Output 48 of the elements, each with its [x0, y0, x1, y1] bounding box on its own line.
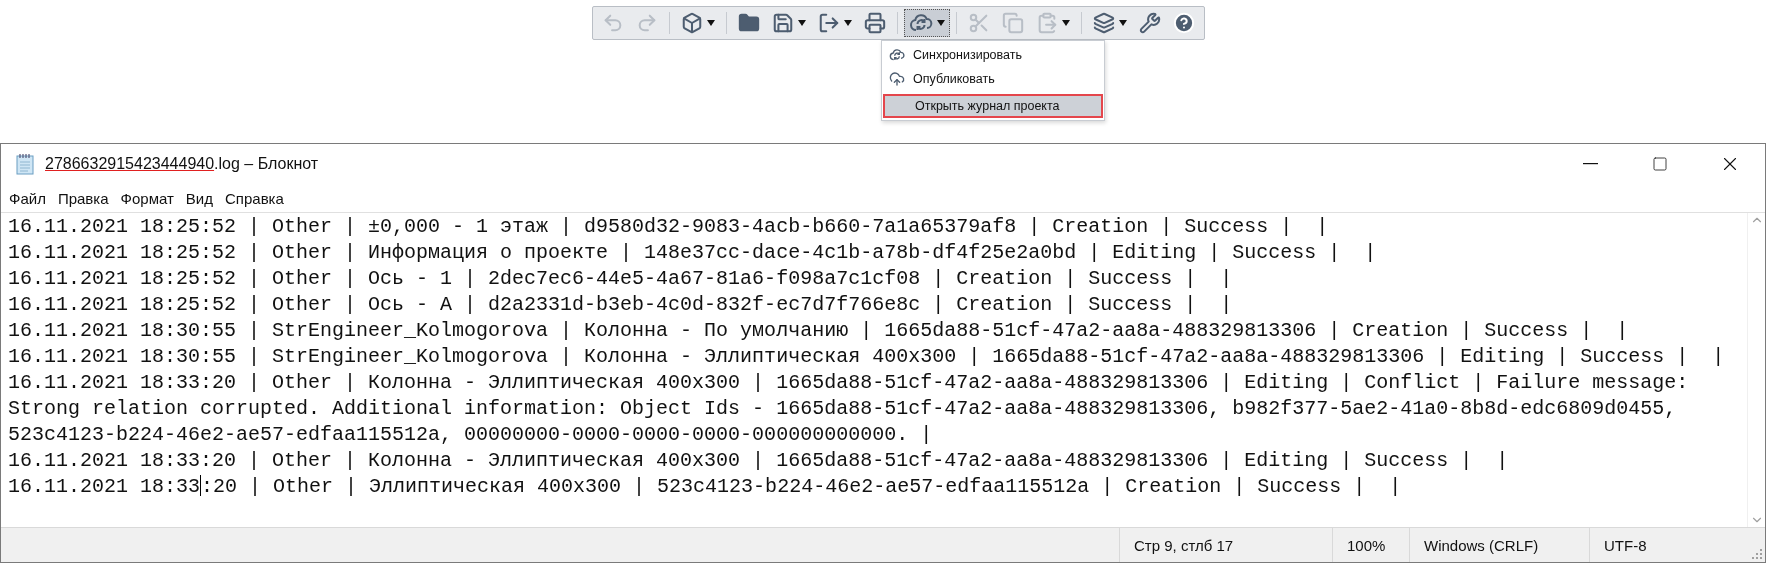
menu-item[interactable]: Опубликовать	[883, 67, 1103, 91]
undo-icon	[602, 12, 624, 34]
menu-item[interactable]: Синхронизировать	[883, 43, 1103, 67]
log-line: 16.11.2021 18:25:52 | Other | Информация о проекте | 148e37cc-dace-4c1b-a78b-df4f25e2a0bd | Editing | Success | |	[8, 240, 1378, 266]
caret-icon	[798, 20, 806, 26]
log-line: 16.11.2021 18:25:52 | Other | ±0,000 - 1 этаж | d9580d32-9083-4acb-b660-7a1a65379af8 | Creation | Success | |	[8, 214, 1330, 240]
maximize-icon	[1652, 156, 1668, 172]
log-line: 16.11.2021 18:30:55 | StrEngineer_Kolmogorova | Колонна - По умолчанию | 1665da88-51cf-47a2-aa8a-488329813306 | Creation | Success | |	[8, 318, 1630, 344]
caret-icon	[1119, 20, 1127, 26]
folder-icon	[738, 12, 760, 34]
redo-icon	[636, 12, 658, 34]
print-icon	[864, 12, 886, 34]
menu-bar-item[interactable]: Файл	[3, 189, 52, 207]
log-line: 16.11.2021 18:30:55 | StrEngineer_Kolmogorova | Колонна - Эллиптическая 400x300 | 1665da88-51cf-47a2-aa8a-488329813306 | Editing | Success | |	[8, 344, 1726, 370]
zoom-level: 100%	[1347, 536, 1386, 554]
line-endings: Windows (CRLF)	[1424, 536, 1539, 554]
wrench-icon	[1139, 12, 1161, 34]
log-line: 16.11.2021 18:33:20 | Other | Колонна - Эллиптическая 400x300 | 1665da88-51cf-47a2-aa8a-488329813306 | Editing | Conflict | Failure message:	[8, 370, 1690, 396]
resize-grip-icon	[1751, 548, 1763, 560]
log-line: 16.11.2021 18:33:20 | Other | Колонна - Эллиптическая 400x300 | 1665da88-51cf-47a2-aa8a-488329813306 | Editing | Success | |	[8, 448, 1510, 474]
export-icon	[818, 12, 840, 34]
caret-icon	[844, 20, 852, 26]
cloud-upload-icon	[889, 71, 905, 87]
caret-icon	[707, 20, 715, 26]
encoding: UTF-8	[1604, 536, 1647, 554]
caret-icon	[1062, 20, 1070, 26]
menu-bar-item[interactable]: Справка	[219, 189, 290, 207]
log-line: 16.11.2021 18:33:20 | Other | Эллиптическая 400x300 | 523c4123-b224-46e2-ae57-edfaa115512a | Creation | Success | |	[8, 474, 1403, 500]
menu-bar-item[interactable]: Формат	[114, 189, 180, 207]
minimize-icon	[1582, 163, 1598, 165]
log-line: 16.11.2021 18:25:52 | Other | Ось - 1 | 2dec7ec6-44e5-4a67-81a6-f098a7c1cf08 | Creation | Success | |	[8, 266, 1234, 292]
cut-icon	[968, 12, 990, 34]
menu-item[interactable]: Открыть журнал проекта	[883, 94, 1103, 118]
notepad-icon	[15, 153, 35, 175]
log-line: 523c4123-b224-46e2-ae57-edfaa115512a, 00000000-0000-0000-0000-000000000000. |	[8, 422, 934, 448]
help-icon	[1173, 12, 1195, 34]
window-title: 2786632915423444940.log – Блокнот	[45, 155, 319, 173]
caret-icon	[937, 20, 945, 26]
toolbar-button[interactable]	[904, 9, 950, 37]
log-line: Strong relation corrupted. Additional information: Object Ids - 1665da88-51cf-47a2-aa8a-488329813306, b982f377-5ae2-41a0-8b8d-edc6809d0455,	[8, 396, 1678, 422]
menu-bar-item[interactable]: Вид	[179, 189, 219, 207]
menu-bar-item[interactable]: Правка	[51, 189, 115, 207]
cube-icon	[681, 12, 703, 34]
copy-icon	[1002, 12, 1024, 34]
paste-icon	[1036, 12, 1058, 34]
log-line: 16.11.2021 18:25:52 | Other | Ось - A | d2a2331d-b3eb-4c0d-832f-ec7d7f766e8c | Creation | Success | |	[8, 292, 1234, 318]
save-icon	[772, 12, 794, 34]
cursor-position: Стр 9, стлб 17	[1134, 536, 1234, 554]
